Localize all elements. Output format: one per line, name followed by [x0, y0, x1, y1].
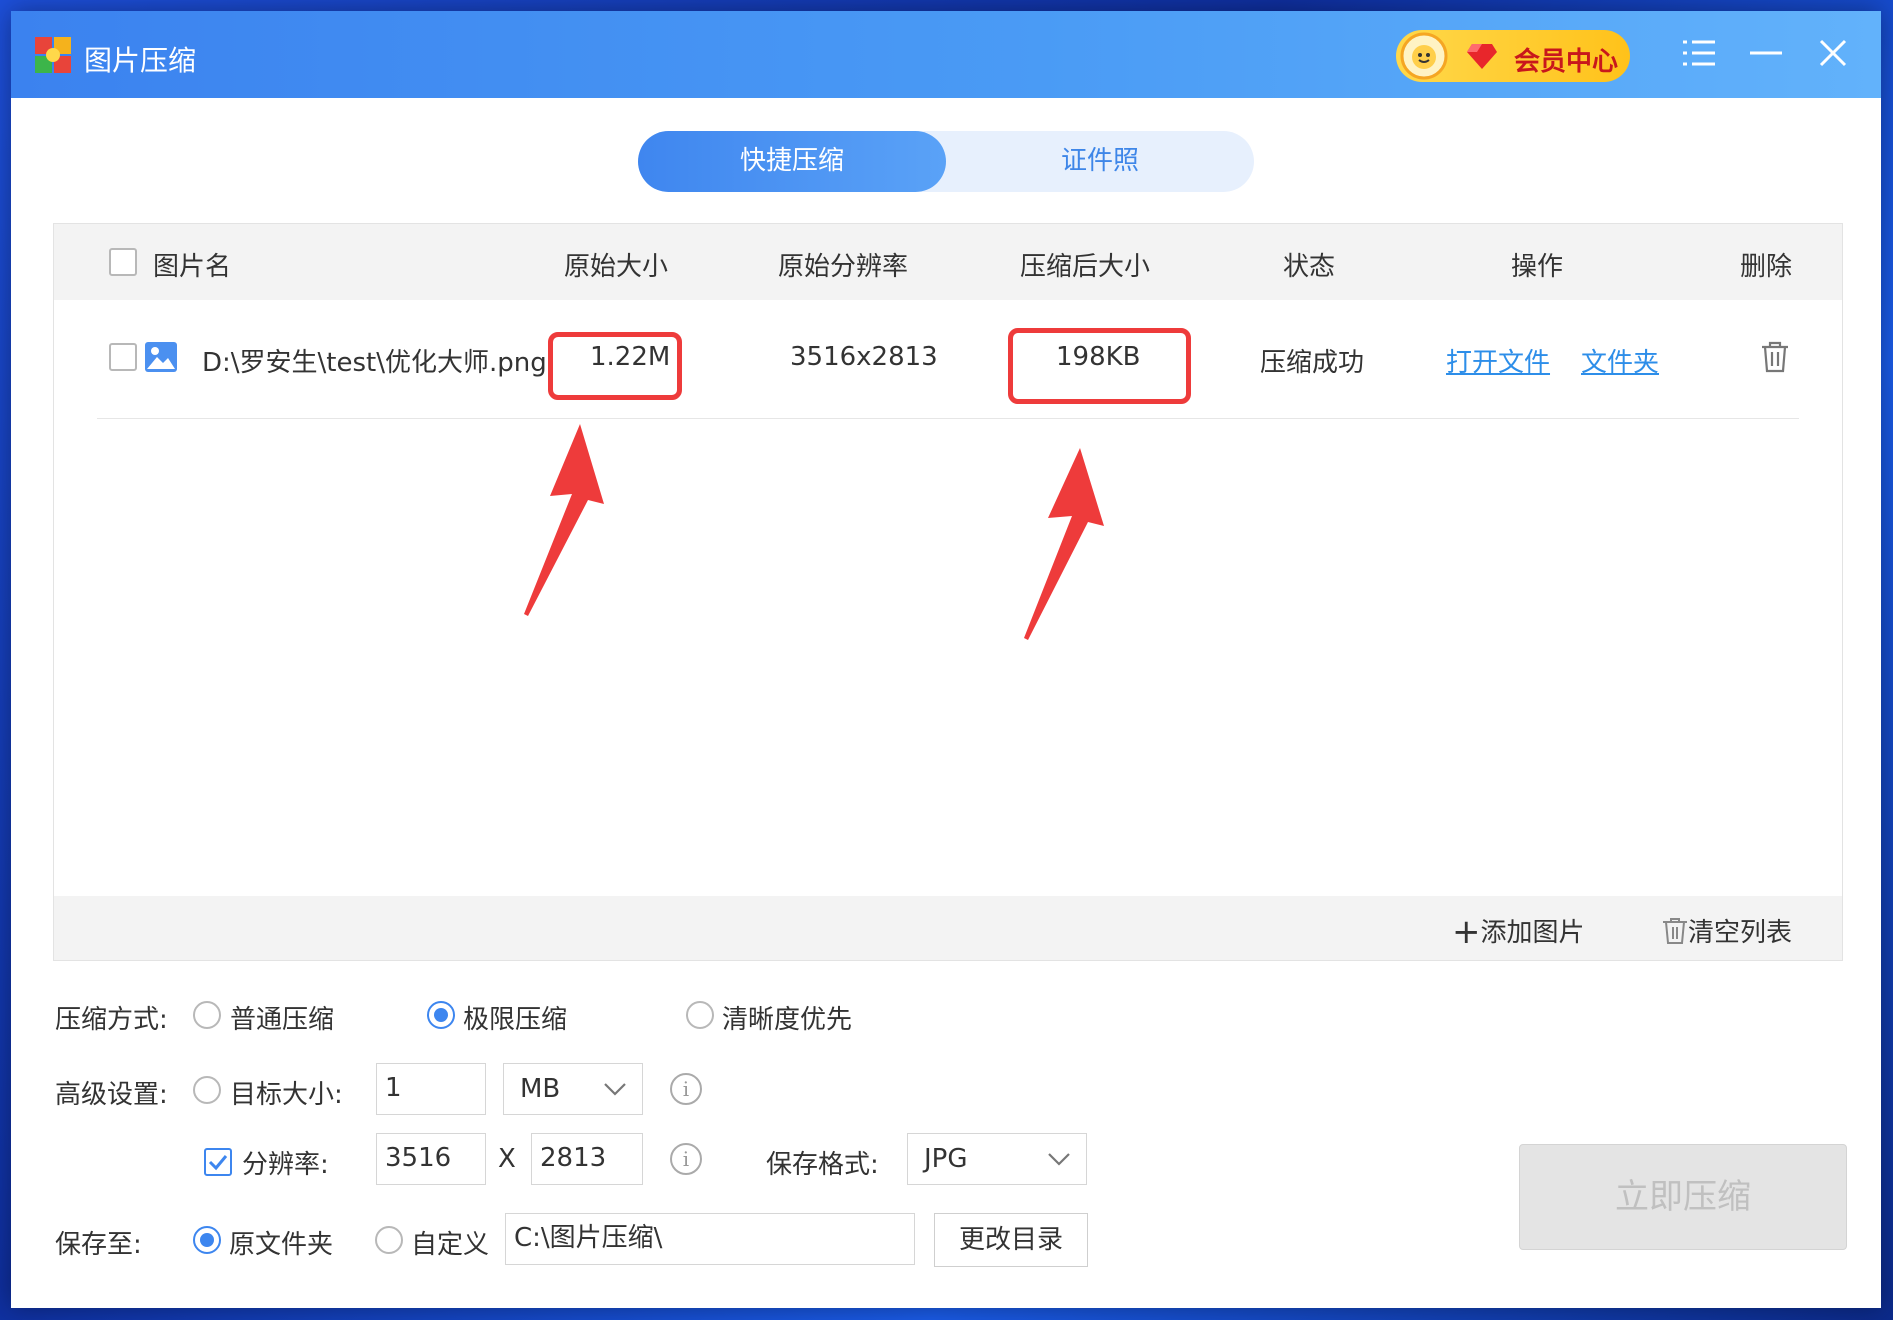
minimize-icon[interactable]: [1744, 33, 1788, 77]
title-bar: 图片压缩 会员中心: [11, 11, 1881, 98]
list-footer: +添加图片 清空列表: [54, 896, 1842, 960]
save-format-label: 保存格式:: [766, 1150, 879, 1180]
target-unit-select[interactable]: MB: [503, 1063, 643, 1115]
clear-list-label: 清空列表: [1688, 918, 1793, 948]
tab-id-photo[interactable]: 证件照: [946, 131, 1254, 192]
original-resolution: 3516x2813: [790, 342, 938, 372]
close-icon[interactable]: [1811, 33, 1855, 77]
extreme-compress-label: 极限压缩: [463, 1005, 568, 1035]
save-path-input[interactable]: C:\图片压缩\: [505, 1213, 915, 1265]
row-checkbox[interactable]: [109, 343, 137, 371]
radio-extreme-compress[interactable]: [427, 1001, 455, 1029]
resolution-height-input[interactable]: 2813: [531, 1133, 643, 1185]
row-status: 压缩成功: [1260, 348, 1365, 378]
diamond-icon: [1467, 44, 1497, 69]
resolution-separator: X: [498, 1144, 516, 1174]
target-size-label: 目标大小:: [230, 1080, 343, 1110]
header-original-resolution: 原始分辨率: [778, 252, 909, 282]
open-file-link[interactable]: 打开文件: [1446, 342, 1550, 379]
file-name: D:\罗安生\test\优化大师.png: [202, 348, 547, 378]
open-folder-link[interactable]: 文件夹: [1581, 342, 1659, 379]
radio-clarity-priority[interactable]: [686, 1001, 714, 1029]
header-name: 图片名: [153, 252, 232, 282]
trash-icon: [1663, 918, 1687, 944]
resolution-width-input[interactable]: 3516: [376, 1133, 486, 1185]
list-header: 图片名 原始大小 原始分辨率 压缩后大小 状态 操作 删除: [54, 224, 1842, 300]
table-row: D:\罗安生\test\优化大师.png 1.22M 3516x2813 198…: [54, 300, 1842, 420]
compress-now-button[interactable]: 立即压缩: [1519, 1144, 1847, 1250]
advanced-settings-label: 高级设置:: [55, 1080, 168, 1110]
save-format-value: JPG: [924, 1144, 968, 1174]
radio-original-folder[interactable]: [193, 1226, 221, 1254]
radio-target-size[interactable]: [193, 1076, 221, 1104]
target-size-input[interactable]: 1: [376, 1063, 486, 1115]
vip-label: 会员中心: [1514, 47, 1619, 77]
vip-center-button[interactable]: 会员中心: [1396, 30, 1630, 82]
info-icon[interactable]: i: [670, 1143, 702, 1175]
resolution-checkbox[interactable]: [204, 1148, 232, 1176]
check-icon: [208, 1155, 228, 1171]
highlight-compressed-size: [1008, 328, 1191, 404]
plus-icon: +: [1452, 912, 1481, 952]
save-format-select[interactable]: JPG: [907, 1133, 1087, 1185]
header-original-size: 原始大小: [564, 252, 669, 282]
compress-mode-label: 压缩方式:: [55, 1005, 168, 1035]
normal-compress-label: 普通压缩: [230, 1005, 335, 1035]
radio-custom-folder[interactable]: [375, 1226, 403, 1254]
add-image-label: 添加图片: [1480, 918, 1585, 948]
resolution-label: 分辨率:: [242, 1150, 329, 1180]
window-title: 图片压缩: [84, 44, 197, 77]
target-unit-value: MB: [520, 1074, 561, 1104]
chevron-down-icon: [1048, 1153, 1070, 1166]
clear-list-button[interactable]: 清空列表: [1662, 912, 1792, 949]
radio-normal-compress[interactable]: [193, 1001, 221, 1029]
select-all-checkbox[interactable]: [109, 248, 137, 276]
delete-icon[interactable]: [1760, 340, 1790, 374]
app-window: 图片压缩 会员中心 快捷压缩 证件照 图片名 原始大小 原始分辨率 压缩后大小 …: [11, 11, 1881, 1308]
highlight-original-size: [548, 332, 682, 400]
change-directory-button[interactable]: 更改目录: [934, 1213, 1088, 1267]
clarity-priority-label: 清晰度优先: [722, 1005, 853, 1035]
info-icon[interactable]: i: [670, 1073, 702, 1105]
arrow-annotation: [524, 424, 604, 616]
header-compressed-size: 压缩后大小: [1020, 252, 1151, 282]
tab-quick-compress[interactable]: 快捷压缩: [638, 131, 946, 192]
app-logo-icon: [35, 37, 71, 73]
menu-icon[interactable]: [1677, 33, 1721, 77]
original-folder-label: 原文件夹: [229, 1230, 334, 1260]
image-file-icon: [145, 342, 177, 372]
custom-folder-label: 自定义: [411, 1230, 490, 1260]
header-delete: 删除: [1740, 252, 1793, 282]
file-list: 图片名 原始大小 原始分辨率 压缩后大小 状态 操作 删除 D:\罗安生\tes…: [53, 223, 1843, 961]
add-image-button[interactable]: +添加图片: [1452, 912, 1585, 949]
save-to-label: 保存至:: [55, 1230, 142, 1260]
mascot-icon: [1400, 32, 1448, 80]
mode-tabs: 快捷压缩 证件照: [638, 131, 1254, 192]
arrow-annotation: [1024, 448, 1104, 640]
header-status: 状态: [1283, 252, 1336, 282]
chevron-down-icon: [604, 1083, 626, 1096]
header-action: 操作: [1511, 252, 1564, 282]
row-divider: [97, 418, 1799, 419]
